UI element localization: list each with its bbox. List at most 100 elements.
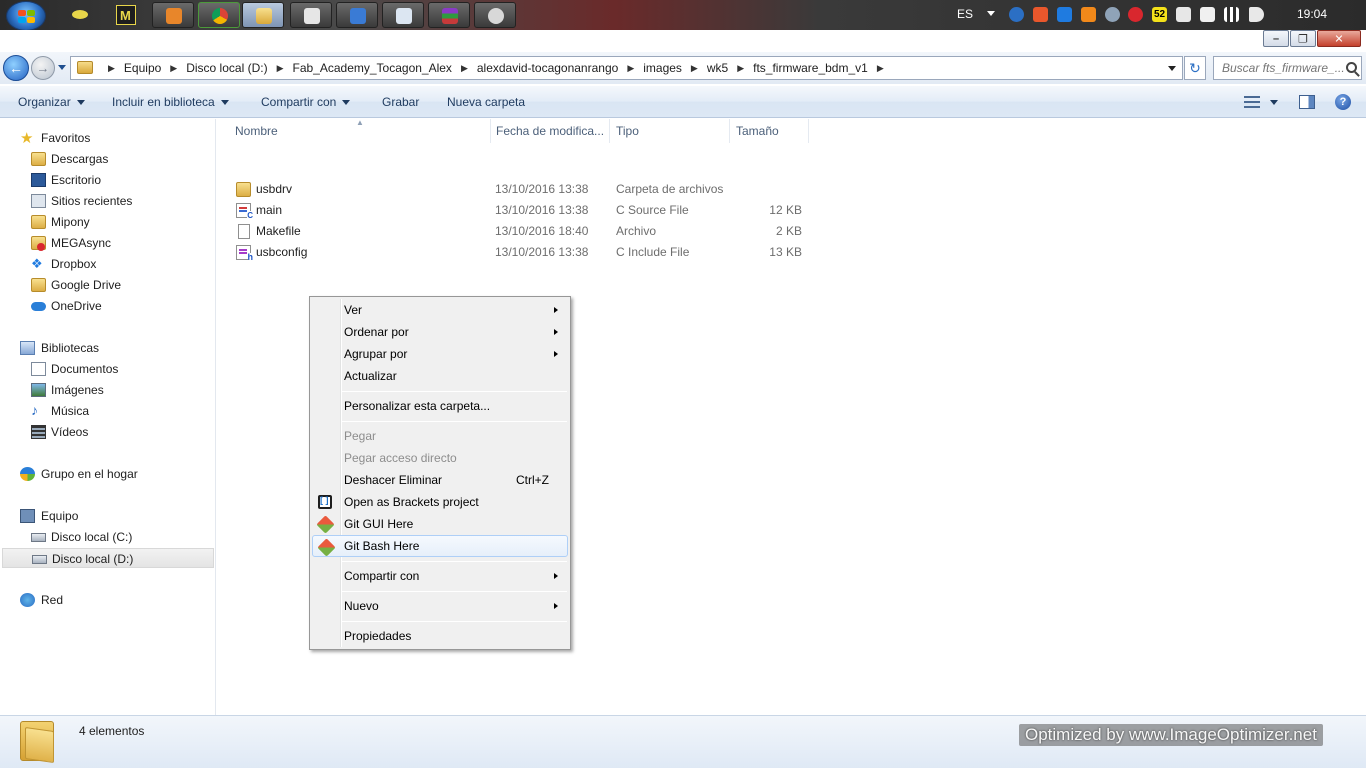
sidebar-item-recent-places[interactable]: Sitios recientes [0, 191, 216, 211]
sidebar-item-documents[interactable]: Documentos [0, 359, 216, 379]
column-name-header[interactable]: Nombre [235, 124, 278, 138]
refresh-button[interactable]: ↻ [1184, 56, 1206, 80]
search-icon[interactable] [1346, 62, 1357, 73]
menu-item-open-brackets-project[interactable]: Open as Brackets project [312, 491, 568, 513]
file-row[interactable]: main 13/10/2016 13:38 C Source File 12 K… [233, 200, 813, 221]
column-date-header[interactable]: Fecha de modifica... [496, 124, 604, 138]
organize-menu-button[interactable]: Organizar [18, 95, 85, 109]
column-divider[interactable] [808, 119, 809, 143]
menu-item-share-with[interactable]: Compartir con [312, 565, 568, 587]
column-divider[interactable] [490, 119, 491, 143]
pinned-app-icon[interactable] [70, 5, 90, 25]
column-divider[interactable] [729, 119, 730, 143]
sidebar-item-dropbox[interactable]: ❖ Dropbox [0, 254, 216, 274]
breadcrumb-item[interactable]: Equipo [124, 61, 161, 75]
cloud-sync-icon[interactable] [1009, 7, 1024, 22]
recent-pages-dropdown-icon[interactable] [58, 65, 66, 70]
menu-item-git-gui-here[interactable]: Git GUI Here [312, 513, 568, 535]
close-button[interactable]: ✕ [1317, 30, 1361, 47]
taskbar-app-button[interactable] [428, 2, 470, 28]
preview-pane-icon[interactable] [1299, 95, 1315, 109]
back-button[interactable]: ← [3, 55, 29, 81]
view-options-caret-icon[interactable] [1270, 100, 1278, 105]
file-row[interactable]: Makefile 13/10/2016 18:40 Archivo 2 KB [233, 221, 813, 242]
maximize-button[interactable]: ❐ [1290, 30, 1316, 47]
sidebar-item-favorites[interactable]: ★ Favoritos [0, 128, 216, 148]
menu-item-new[interactable]: Nuevo [312, 595, 568, 617]
menu-item-undo-delete[interactable]: Deshacer Eliminar Ctrl+Z [312, 469, 568, 491]
menu-item-git-bash-here[interactable]: Git Bash Here [312, 535, 568, 557]
clock[interactable]: 19:04 [1297, 7, 1327, 21]
taskbar-media-player-button[interactable] [152, 2, 194, 28]
sidebar-item-drive-d[interactable]: Disco local (D:) [2, 548, 214, 568]
start-button[interactable] [6, 1, 46, 31]
menu-item-sort-by[interactable]: Ordenar por [312, 321, 568, 343]
column-divider[interactable] [609, 119, 610, 143]
pinned-app-icon[interactable]: M [116, 5, 136, 25]
sidebar-item-network[interactable]: Red [0, 590, 216, 610]
breadcrumb-item[interactable]: Disco local (D:) [186, 61, 267, 75]
sidebar-item-pictures[interactable]: Imágenes [0, 380, 216, 400]
chevron-right-icon[interactable]: ▶ [461, 63, 468, 75]
sidebar-item-drive-c[interactable]: Disco local (C:) [0, 527, 216, 547]
sidebar-item-music[interactable]: ♪ Música [0, 401, 216, 421]
burn-button[interactable]: Grabar [382, 95, 419, 109]
chevron-right-icon[interactable]: ▶ [170, 63, 177, 75]
sidebar-item-onedrive[interactable]: OneDrive [0, 296, 216, 316]
taskbar-explorer-button[interactable] [242, 2, 284, 28]
sidebar-item-libraries[interactable]: Bibliotecas [0, 338, 216, 358]
file-row[interactable]: usbconfig 13/10/2016 13:38 C Include Fil… [233, 242, 813, 263]
sidebar-item-google-drive[interactable]: Google Drive [0, 275, 216, 295]
search-input[interactable] [1222, 58, 1347, 78]
breadcrumb-item[interactable]: Fab_Academy_Tocagon_Alex [293, 61, 452, 75]
device-icon[interactable] [1200, 7, 1215, 22]
language-indicator[interactable]: ES [957, 7, 973, 21]
sidebar-item-desktop[interactable]: Escritorio [0, 170, 216, 190]
menu-item-view[interactable]: Ver [312, 299, 568, 321]
flag-notification-icon[interactable] [1176, 7, 1191, 22]
dropbox-icon[interactable] [1057, 7, 1072, 22]
chevron-right-icon[interactable]: ▶ [737, 63, 744, 75]
chevron-right-icon[interactable]: ▶ [877, 63, 884, 75]
search-box[interactable] [1213, 56, 1362, 80]
tray-app-icon[interactable] [1033, 7, 1048, 22]
include-in-library-button[interactable]: Incluir en biblioteca [112, 95, 229, 109]
language-menu-arrow-icon[interactable] [987, 11, 995, 16]
mega-icon[interactable] [1128, 7, 1143, 22]
sidebar-item-homegroup[interactable]: Grupo en el hogar [0, 464, 216, 484]
sidebar-item-mipony[interactable]: Mipony [0, 212, 216, 232]
taskbar-app-button[interactable] [336, 2, 378, 28]
menu-item-refresh[interactable]: Actualizar [312, 365, 568, 387]
avast-icon[interactable] [1081, 7, 1096, 22]
breadcrumb-item[interactable]: wk5 [707, 61, 728, 75]
menu-item-properties[interactable]: Propiedades [312, 625, 568, 647]
chevron-right-icon[interactable]: ▶ [108, 63, 115, 75]
taskbar-chrome-button[interactable] [198, 2, 240, 28]
address-history-dropdown-icon[interactable] [1168, 66, 1176, 71]
chevron-right-icon[interactable]: ▶ [277, 63, 284, 75]
network-sync-icon[interactable] [1105, 7, 1120, 22]
chevron-right-icon[interactable]: ▶ [627, 63, 634, 75]
chevron-right-icon[interactable]: ▶ [691, 63, 698, 75]
column-type-header[interactable]: Tipo [616, 124, 639, 138]
minimize-button[interactable]: – [1263, 30, 1289, 47]
sidebar-item-downloads[interactable]: Descargas [0, 149, 216, 169]
breadcrumb-item[interactable]: images [643, 61, 682, 75]
address-bar[interactable]: ▶ Equipo ▶ Disco local (D:) ▶ Fab_Academ… [70, 56, 1183, 80]
sidebar-item-computer[interactable]: Equipo [0, 506, 216, 526]
signal-strength-icon[interactable] [1224, 7, 1239, 22]
new-folder-button[interactable]: Nueva carpeta [447, 95, 525, 109]
menu-item-customize-folder[interactable]: Personalizar esta carpeta... [312, 395, 568, 417]
breadcrumb-item[interactable]: fts_firmware_bdm_v1 [753, 61, 868, 75]
volume-icon[interactable] [1249, 7, 1264, 22]
tray-badge-icon[interactable]: 52 [1152, 7, 1167, 22]
menu-item-group-by[interactable]: Agrupar por [312, 343, 568, 365]
share-with-button[interactable]: Compartir con [261, 95, 351, 109]
taskbar-app-button[interactable] [290, 2, 332, 28]
breadcrumb-item[interactable]: alexdavid-tocagonanrango [477, 61, 618, 75]
forward-button[interactable]: → [31, 56, 55, 80]
column-size-header[interactable]: Tamaño [736, 124, 779, 138]
change-view-icon[interactable] [1244, 96, 1260, 108]
help-icon[interactable]: ? [1335, 94, 1351, 110]
sidebar-item-megasync[interactable]: MEGAsync [0, 233, 216, 253]
